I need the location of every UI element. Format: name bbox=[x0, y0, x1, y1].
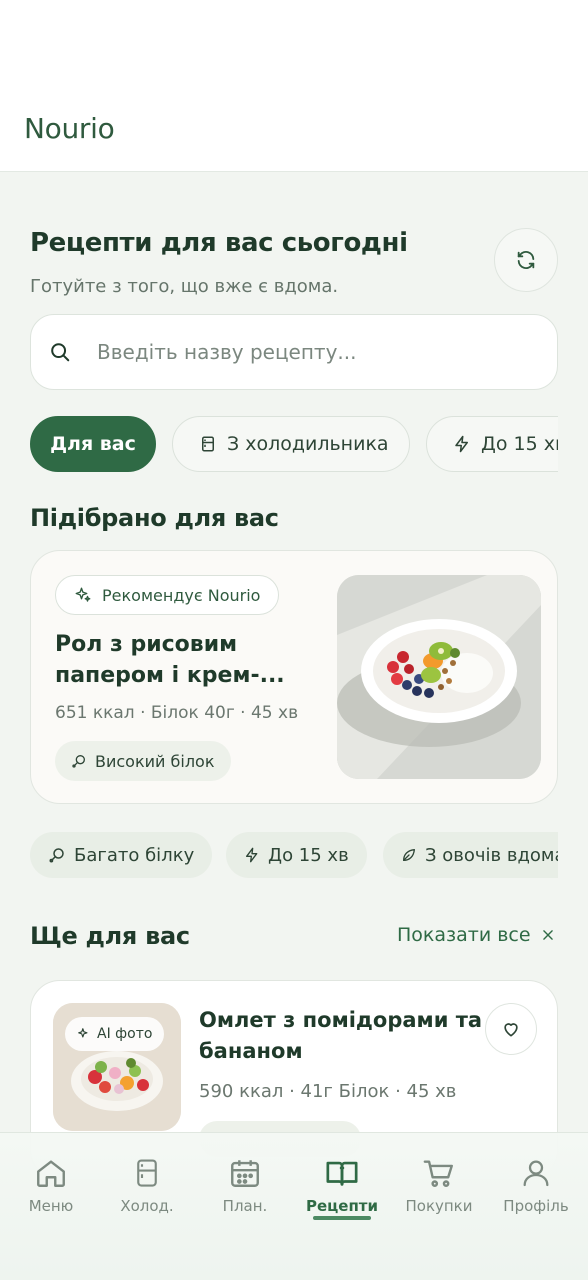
tag-label: Багато білку bbox=[74, 844, 195, 866]
top-app-bar: Nourio bbox=[0, 0, 588, 172]
nav-label: Покупки bbox=[405, 1197, 473, 1215]
book-icon bbox=[324, 1155, 360, 1191]
fridge-icon bbox=[132, 1155, 162, 1191]
bottom-navigation: Меню Холод. План. Рецепти Покупки Профіл… bbox=[0, 1132, 588, 1280]
close-icon bbox=[541, 928, 555, 942]
sparkle-icon bbox=[77, 1027, 91, 1041]
high-protein-tag: Високий білок bbox=[55, 741, 231, 781]
show-all-label: Показати все bbox=[397, 924, 531, 946]
featured-recipe-meta: 651 ккал · Білок 40г · 45 хв bbox=[55, 703, 299, 723]
home-icon bbox=[34, 1155, 68, 1191]
calendar-icon bbox=[228, 1155, 262, 1191]
recipe-meta: 590 ккал · 41г Білок · 45 хв bbox=[199, 1081, 457, 1102]
show-all-link[interactable]: Показати все bbox=[397, 924, 555, 946]
nav-item-recipes[interactable]: Рецепти bbox=[293, 1155, 391, 1215]
bolt-icon bbox=[244, 847, 260, 863]
nav-label: Меню bbox=[28, 1197, 74, 1215]
app-brand: Nourio bbox=[24, 112, 115, 145]
section-title-more: Ще для вас bbox=[30, 922, 190, 950]
sparkle-icon bbox=[74, 586, 92, 604]
heart-icon bbox=[501, 1019, 521, 1039]
nav-label: Профіль bbox=[503, 1197, 569, 1215]
nav-item-shopping[interactable]: Покупки bbox=[390, 1155, 488, 1215]
tag-label: З овочів вдома bbox=[425, 844, 558, 866]
chip-label: До 15 хв bbox=[481, 433, 558, 455]
featured-recipe-title: Рол з рисовим папером і крем-... bbox=[55, 632, 285, 688]
page-title: Рецепти для вас сьогодні bbox=[30, 228, 408, 258]
chip-for-you[interactable]: Для вас bbox=[30, 416, 156, 472]
nav-item-planner[interactable]: План. bbox=[196, 1155, 294, 1215]
filter-chips: Для вас З холодильника До 15 хв bbox=[0, 416, 558, 472]
search-field[interactable] bbox=[30, 314, 558, 390]
nav-label: Холод. bbox=[120, 1197, 174, 1215]
featured-recipe-image bbox=[337, 575, 541, 779]
refresh-button[interactable] bbox=[494, 228, 558, 292]
section-title-picked: Підібрано для вас bbox=[30, 504, 279, 532]
refresh-icon bbox=[515, 249, 537, 271]
ai-photo-badge: AI фото bbox=[65, 1017, 165, 1051]
bolt-icon bbox=[453, 435, 471, 453]
active-tab-indicator bbox=[313, 1216, 371, 1220]
fridge-icon bbox=[199, 435, 217, 453]
nav-item-menu[interactable]: Меню bbox=[2, 1155, 100, 1215]
nav-label: Рецепти bbox=[305, 1197, 379, 1215]
chip-label: Для вас bbox=[50, 433, 136, 455]
drumstick-icon bbox=[48, 846, 66, 864]
favorite-button[interactable] bbox=[485, 1003, 537, 1055]
leaf-icon bbox=[401, 847, 417, 863]
chip-under-15-min[interactable]: До 15 хв bbox=[426, 416, 558, 472]
nav-label: План. bbox=[222, 1197, 268, 1215]
high-protein-label: Високий білок bbox=[95, 751, 215, 771]
tag-high-protein[interactable]: Багато білку bbox=[30, 832, 213, 878]
quick-tags: Багато білку До 15 хв З овочів вдома bbox=[0, 832, 558, 878]
cart-icon bbox=[422, 1155, 456, 1191]
search-input[interactable] bbox=[97, 340, 517, 364]
nav-item-fridge[interactable]: Холод. bbox=[98, 1155, 196, 1215]
nav-item-profile[interactable]: Профіль bbox=[487, 1155, 585, 1215]
chip-from-fridge[interactable]: З холодильника bbox=[172, 416, 410, 472]
ai-photo-label: AI фото bbox=[97, 1026, 153, 1042]
recipe-thumbnail: AI фото bbox=[53, 1003, 181, 1131]
chip-label: З холодильника bbox=[227, 433, 389, 455]
tag-under-15-min[interactable]: До 15 хв bbox=[226, 832, 367, 878]
user-icon bbox=[520, 1155, 552, 1191]
featured-recipe-card[interactable]: Рекомендує Nourio Рол з рисовим папером … bbox=[30, 550, 558, 804]
search-icon bbox=[49, 341, 71, 363]
tag-from-vegetables[interactable]: З овочів вдома bbox=[383, 832, 558, 878]
page-subtitle: Готуйте з того, що вже є вдома. bbox=[30, 276, 339, 297]
drumstick-icon bbox=[71, 753, 87, 769]
recipe-title: Омлет з помідорами та бананом bbox=[199, 1008, 483, 1063]
recommendation-label: Рекомендує Nourio bbox=[102, 585, 261, 605]
tag-label: До 15 хв bbox=[268, 844, 349, 866]
recommendation-badge: Рекомендує Nourio bbox=[55, 575, 280, 615]
